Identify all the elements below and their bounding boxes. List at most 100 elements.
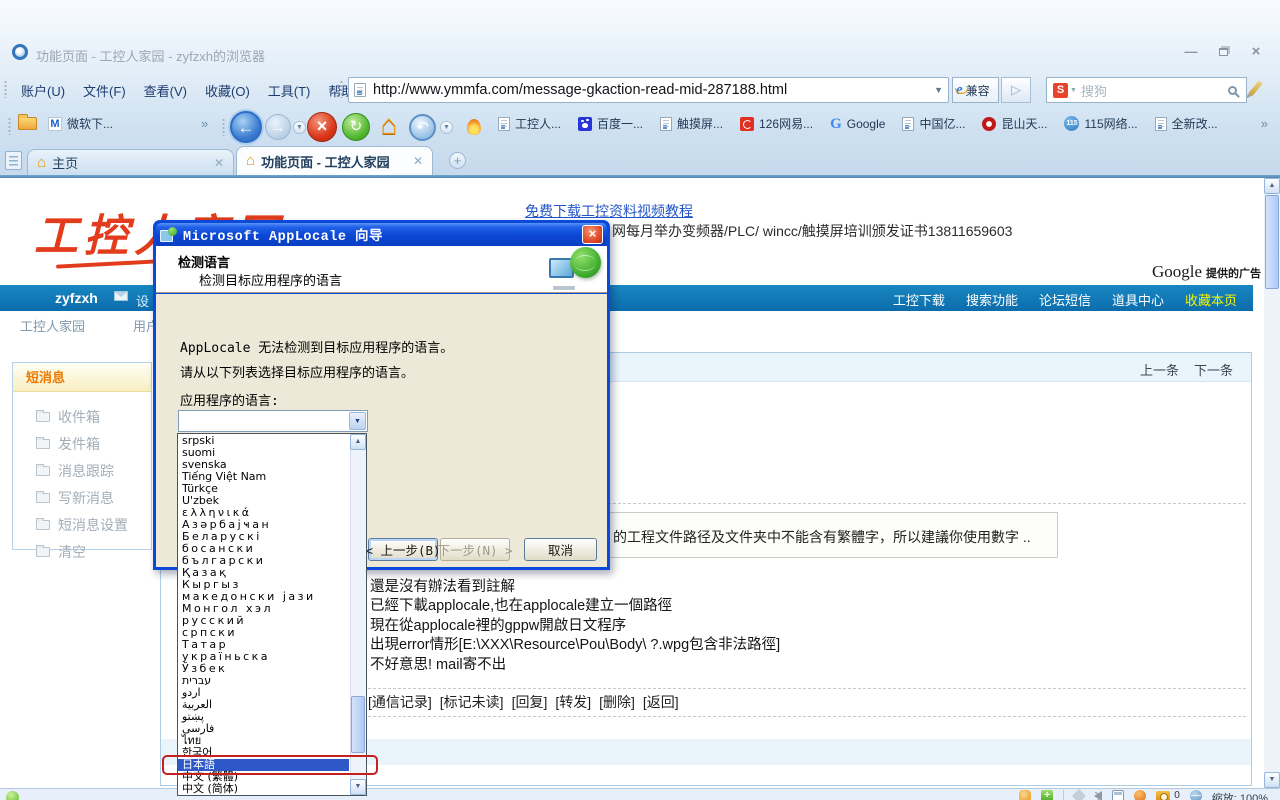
language-option[interactable]: 日本語 bbox=[178, 759, 349, 771]
download-icon[interactable] bbox=[1041, 790, 1053, 800]
sidebar-item[interactable]: 发件箱 bbox=[13, 430, 151, 457]
flame-icon[interactable] bbox=[467, 119, 481, 135]
search-engine-caret-icon[interactable]: ▼ bbox=[1070, 87, 1077, 94]
pager-link[interactable]: 下一条 bbox=[1194, 360, 1233, 379]
tab-close-icon[interactable]: ✕ bbox=[214, 156, 224, 170]
forward-button[interactable]: → bbox=[265, 114, 291, 140]
overflow-chevron-icon[interactable]: » bbox=[201, 116, 208, 131]
bookmark-item[interactable]: 115 115网络... bbox=[1064, 115, 1137, 132]
list-scrollbar[interactable]: ▲ ▼ bbox=[350, 434, 366, 795]
home-button[interactable]: ⌂ bbox=[375, 110, 403, 140]
language-option[interactable]: עברית bbox=[178, 675, 349, 687]
sidebar-item[interactable]: 收件箱 bbox=[13, 403, 151, 430]
sidebar-item[interactable]: 消息跟踪 bbox=[13, 457, 151, 484]
zoom-label[interactable]: 缩放: 100% bbox=[1212, 790, 1268, 800]
bookmark-item[interactable]: 126网易... bbox=[740, 115, 813, 132]
combobox-dropdown-icon[interactable]: ▼ bbox=[349, 412, 366, 430]
restore-button[interactable] bbox=[1210, 44, 1236, 62]
site-nav-link[interactable]: 论坛短信 bbox=[1039, 290, 1091, 309]
search-input[interactable]: S ▼ 搜狗 bbox=[1046, 77, 1247, 103]
page-scrollbar[interactable]: ▲ ▼ bbox=[1264, 178, 1280, 788]
message-action-link[interactable]: [转发] bbox=[555, 692, 591, 712]
panel-toggle-icon[interactable] bbox=[1112, 790, 1124, 800]
message-action-link[interactable]: [回复] bbox=[512, 692, 548, 712]
sidebar-item[interactable]: 写新消息 bbox=[13, 484, 151, 511]
status-icon[interactable] bbox=[6, 791, 19, 800]
sidebar-item[interactable]: 短消息设置 bbox=[13, 511, 151, 538]
scrollbar-thumb[interactable] bbox=[351, 696, 365, 753]
speaker-icon[interactable] bbox=[1094, 791, 1102, 800]
dialog-close-button[interactable]: × bbox=[582, 225, 603, 244]
edit-pencil-icon[interactable] bbox=[1248, 80, 1263, 96]
compat-mode-button[interactable]: e 兼容 bbox=[952, 77, 999, 103]
message-action-link[interactable]: [删除] bbox=[599, 692, 635, 712]
bookmark-item[interactable]: 工控人... bbox=[498, 115, 561, 132]
browser-tab[interactable]: ⌂ 功能页面 - 工控人家园 ✕ bbox=[236, 146, 433, 175]
site-nav-link[interactable]: 搜索功能 bbox=[966, 290, 1018, 309]
go-button[interactable]: ▷ bbox=[1001, 77, 1031, 103]
stop-button[interactable]: × bbox=[307, 112, 337, 142]
site-nav-link[interactable]: 收藏本页 bbox=[1185, 290, 1237, 309]
url-text[interactable]: http://www.ymmfa.com/message-gkaction-re… bbox=[373, 82, 787, 98]
language-option[interactable]: فارسى bbox=[178, 723, 349, 735]
bookmark-item[interactable]: 全新改... bbox=[1155, 115, 1218, 132]
scroll-up-icon[interactable]: ▲ bbox=[350, 434, 366, 450]
screenshot-icon[interactable] bbox=[1156, 791, 1170, 800]
bookmark-item[interactable]: 昆山天... bbox=[982, 115, 1047, 132]
ad-link[interactable]: 免费下载工控资料视频教程 bbox=[525, 201, 693, 221]
scroll-down-icon[interactable]: ▼ bbox=[350, 779, 366, 795]
site-nav-link[interactable]: 工控下载 bbox=[893, 290, 945, 309]
settings-link[interactable]: 设 bbox=[136, 291, 149, 310]
bookmark-item[interactable]: 中国亿... bbox=[902, 115, 965, 132]
scrollbar-thumb[interactable] bbox=[1265, 195, 1279, 289]
network-icon[interactable] bbox=[1190, 790, 1202, 800]
new-tab-button[interactable]: + bbox=[449, 152, 466, 169]
browser-tab[interactable]: ⌂ 主页 ✕ bbox=[27, 149, 234, 175]
mail-icon[interactable] bbox=[114, 291, 128, 301]
cancel-button[interactable]: 取消 bbox=[524, 538, 597, 561]
bookmark-item[interactable]: G Google bbox=[830, 117, 885, 131]
undo-dropdown-icon[interactable]: ▼ bbox=[440, 121, 453, 134]
message-line: 出現error情形[E:\XXX\Resource\Pou\Body\ ?.wp… bbox=[370, 636, 780, 655]
search-icon[interactable] bbox=[1228, 86, 1237, 95]
menu-item[interactable]: 查看(V) bbox=[135, 78, 196, 103]
back-step-button[interactable]: < 上一步(B) bbox=[368, 538, 438, 561]
language-dropdown-list[interactable]: srpskisuomisvenskaTiếng Việt NamTürkçeU'… bbox=[177, 433, 367, 796]
back-button[interactable]: ← bbox=[230, 111, 262, 143]
close-button[interactable]: × bbox=[1242, 44, 1270, 62]
bookmark-item[interactable]: 百度一... bbox=[578, 115, 643, 132]
menu-item[interactable]: 工具(T) bbox=[259, 78, 320, 103]
menu-item[interactable]: 收藏(O) bbox=[196, 78, 259, 103]
menu-item[interactable]: 文件(F) bbox=[74, 78, 135, 103]
refresh-button[interactable]: ↻ bbox=[342, 113, 370, 141]
scroll-down-icon[interactable]: ▼ bbox=[1264, 772, 1280, 788]
restore-icon bbox=[1219, 48, 1228, 56]
language-option[interactable]: 中文 (简体) bbox=[178, 783, 349, 795]
tab-close-icon[interactable]: ✕ bbox=[413, 154, 423, 168]
message-action-link[interactable]: [标记未读] bbox=[440, 692, 504, 712]
message-action-link[interactable]: [通信记录] bbox=[368, 692, 432, 712]
site-nav-link[interactable]: 道具中心 bbox=[1112, 290, 1164, 309]
scroll-up-icon[interactable]: ▲ bbox=[1264, 178, 1280, 194]
forward-dropdown-icon[interactable]: ▼ bbox=[293, 121, 306, 134]
tab-list-icon[interactable] bbox=[5, 151, 22, 170]
breadcrumb-item[interactable]: 工控人家园 bbox=[20, 316, 85, 335]
minimize-button[interactable]: — bbox=[1178, 44, 1204, 62]
dialog-titlebar[interactable]: Microsoft AppLocale 向导 × bbox=[156, 223, 607, 246]
url-dropdown-icon[interactable]: ▼ bbox=[934, 85, 943, 95]
overflow-chevron-icon[interactable]: » bbox=[1261, 116, 1268, 131]
lock-icon[interactable] bbox=[1019, 790, 1031, 800]
username[interactable]: zyfzxh bbox=[55, 290, 98, 306]
menu-item[interactable]: 账户(U) bbox=[12, 78, 74, 103]
sidebar-item[interactable]: 清空 bbox=[13, 538, 151, 565]
language-combobox[interactable]: ▼ bbox=[178, 410, 368, 432]
undo-close-button[interactable]: ↶ bbox=[409, 114, 436, 141]
bookmark-item[interactable]: 触摸屏... bbox=[660, 115, 723, 132]
address-bar[interactable]: http://www.ymmfa.com/message-gkaction-re… bbox=[348, 77, 949, 103]
favorites-folder-icon[interactable] bbox=[18, 117, 37, 130]
proxy-icon[interactable] bbox=[1134, 790, 1146, 800]
bookmark-item[interactable]: M 微软下... bbox=[48, 115, 113, 132]
cut-icon[interactable] bbox=[1072, 789, 1086, 800]
message-action-link[interactable]: [返回] bbox=[643, 692, 679, 712]
pager-link[interactable]: 上一条 bbox=[1140, 360, 1179, 379]
